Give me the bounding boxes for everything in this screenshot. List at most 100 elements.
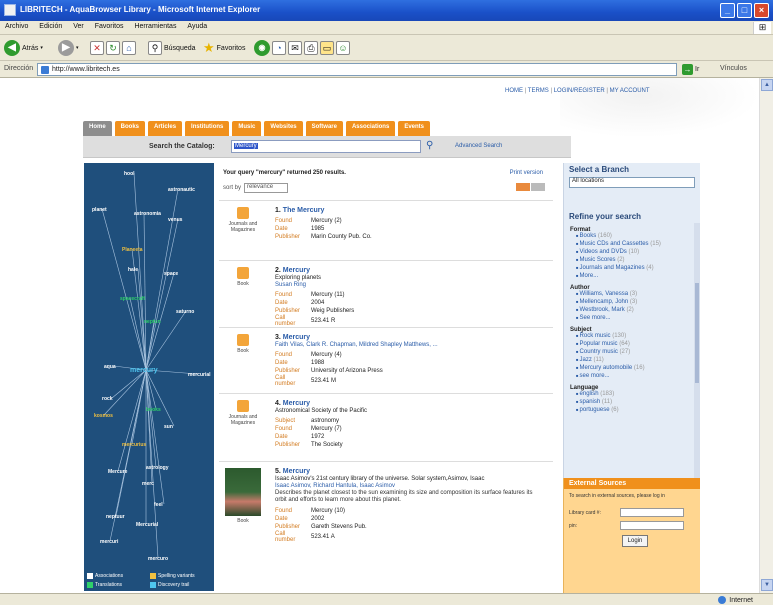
cloud-word[interactable]: space [164,271,178,277]
facet-item[interactable]: Mercury automobile (16) [576,365,694,373]
menu-edit[interactable]: Edición [34,21,66,30]
menu-file[interactable]: Archivo [0,21,32,30]
cloud-word[interactable]: kosmos [94,413,113,419]
links-toolbar[interactable]: Vínculos [720,65,747,72]
cloud-word[interactable]: rock [102,396,113,402]
mail-icon[interactable]: ✉ [288,41,302,55]
cloud-word[interactable]: Planeeta [122,247,143,253]
cloud-word[interactable]: mercuro [148,556,168,562]
back-button[interactable]: ◀ Atrás ▾ [4,39,43,57]
login-button[interactable]: Login [622,535,648,547]
cloud-word[interactable]: astrology [146,465,169,471]
facet-item[interactable]: Williams, Vanessa (3) [576,291,694,299]
result-title[interactable]: 5. Mercury [275,468,545,475]
print-version-link[interactable]: Print version [510,170,543,176]
result-authors[interactable]: Susan Ring [275,282,545,288]
facet-item[interactable]: Music Scores (2) [576,257,694,265]
favorites-button[interactable]: ★ Favoritos [203,39,245,57]
scroll-down-icon[interactable]: ▼ [761,579,773,591]
cloud-word[interactable]: merc [142,481,154,487]
cloud-word[interactable]: feel [154,502,163,508]
forward-button[interactable]: ▶ ▾ [58,39,79,57]
facet-item[interactable]: More... [576,273,694,281]
facet-item[interactable]: Videos and DVDs (10) [576,249,694,257]
cloud-word[interactable]: hool [124,171,135,177]
facet-item[interactable]: see more... [576,373,694,381]
minimize-button[interactable]: _ [720,3,735,18]
cloud-word[interactable]: Mercure [108,469,128,475]
facet-item[interactable]: Music CDs and Cassettes (15) [576,241,694,249]
folder-icon[interactable]: ▭ [320,41,334,55]
cloud-word[interactable]: mercuri [100,539,119,545]
facet-item[interactable]: Journals and Magazines (4) [576,265,694,273]
grid-view-icon[interactable] [531,183,545,191]
cloud-word[interactable]: mercurial [188,372,211,378]
cloud-word[interactable]: mercurius [122,442,146,448]
cloud-word[interactable]: astronomia [134,211,161,217]
result-authors[interactable]: Isaac Asimov, Richard Hantula, Isaac Asi… [275,483,545,489]
cloud-word[interactable]: hale [128,267,138,273]
messenger-icon[interactable]: ☺ [336,41,350,55]
page-scrollbar[interactable]: ▲ ▼ [759,78,773,593]
menu-view[interactable]: Ver [68,21,88,30]
pin-input[interactable] [620,521,684,530]
search-icon[interactable]: ⚲ [426,140,433,151]
cloud-word[interactable]: sun [164,424,173,430]
print-icon[interactable]: ⎙ [304,41,318,55]
tab-software[interactable]: Software [305,121,343,136]
library-card-input[interactable] [620,508,684,517]
menu-tools[interactable]: Herramientas [129,21,180,30]
view-toggle[interactable] [516,183,545,191]
history-icon[interactable]: ◔ [272,41,286,55]
media-icon[interactable]: ◉ [254,40,270,56]
refresh-icon[interactable]: ↻ [106,41,120,55]
list-view-icon[interactable] [516,183,530,191]
cloud-word[interactable]: aqua [104,364,116,370]
facet-item[interactable]: Rock music (130) [576,333,694,341]
cloud-word[interactable]: astronautic [168,187,195,193]
scroll-up-icon[interactable]: ▲ [761,79,773,91]
facet-item[interactable]: Westbrook, Mark (2) [576,307,694,315]
tab-music[interactable]: Music [232,121,262,136]
facet-item[interactable]: See more... [576,315,694,323]
cloud-word[interactable]: saturno [176,309,194,315]
catalog-search-input[interactable]: Mercury [231,140,421,153]
close-button[interactable]: × [754,3,769,18]
cloud-word[interactable]: books [146,407,161,413]
cloud-word[interactable]: venus [168,217,183,223]
cloud-word[interactable]: planet [92,207,107,213]
facet-item[interactable]: Popular music (64) [576,341,694,349]
maximize-button[interactable]: □ [737,3,752,18]
cloud-word[interactable]: Mercurial [136,522,159,528]
menu-help[interactable]: Ayuda [182,21,211,30]
facet-item[interactable]: english (183) [576,391,694,399]
link-terms[interactable]: TERMS [523,88,549,94]
result-title[interactable]: 4. Mercury [275,400,545,407]
facet-item[interactable]: portuguese (6) [576,407,694,415]
result-title[interactable]: 3. Mercury [275,334,545,341]
result-title[interactable]: 1. The Mercury [275,207,545,214]
menu-favorites[interactable]: Favoritos [90,21,128,30]
go-button[interactable]: → Ir [682,63,710,76]
tab-articles[interactable]: Articles [148,121,183,136]
tab-books[interactable]: Books [114,121,146,136]
sort-select[interactable]: relevance [244,183,289,193]
address-input[interactable]: http://www.libritech.es [37,63,677,76]
home-icon[interactable]: ⌂ [122,41,136,55]
cloud-word[interactable]: neptuur [106,514,125,520]
facet-item[interactable]: Country music (27) [576,349,694,357]
facet-item[interactable]: Jazz (11) [576,357,694,365]
tab-institutions[interactable]: Institutions [185,121,230,136]
advanced-search-link[interactable]: Advanced Search [455,143,502,149]
link-login-register[interactable]: LOGIN/REGISTER [549,88,605,94]
tab-associations[interactable]: Associations [345,121,396,136]
stop-icon[interactable]: ✕ [90,41,104,55]
facet-item[interactable]: spanish (11) [576,399,694,407]
facet-item[interactable]: Books (160) [576,233,694,241]
cloud-center-word[interactable]: mercury [130,367,158,374]
tab-home[interactable]: Home [83,121,112,136]
result-title[interactable]: 2. Mercury [275,267,545,274]
result-authors[interactable]: Faith Vilas, Clark R. Chapman, Mildred S… [275,342,545,348]
link-my-account[interactable]: MY ACCOUNT [605,88,650,94]
facet-item[interactable]: Mellencamp, John (3) [576,299,694,307]
